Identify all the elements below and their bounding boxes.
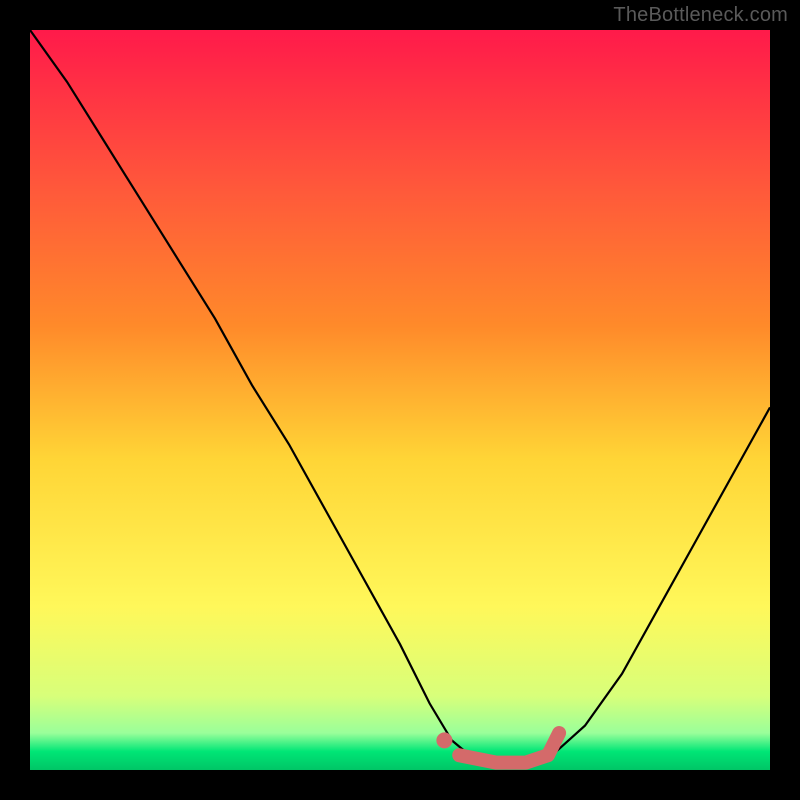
plot-area: [30, 30, 770, 770]
chart-svg: [30, 30, 770, 770]
gradient-background: [30, 30, 770, 770]
chart-frame: TheBottleneck.com: [0, 0, 800, 800]
highlight-dot: [436, 732, 452, 748]
watermark-text: TheBottleneck.com: [613, 4, 788, 27]
